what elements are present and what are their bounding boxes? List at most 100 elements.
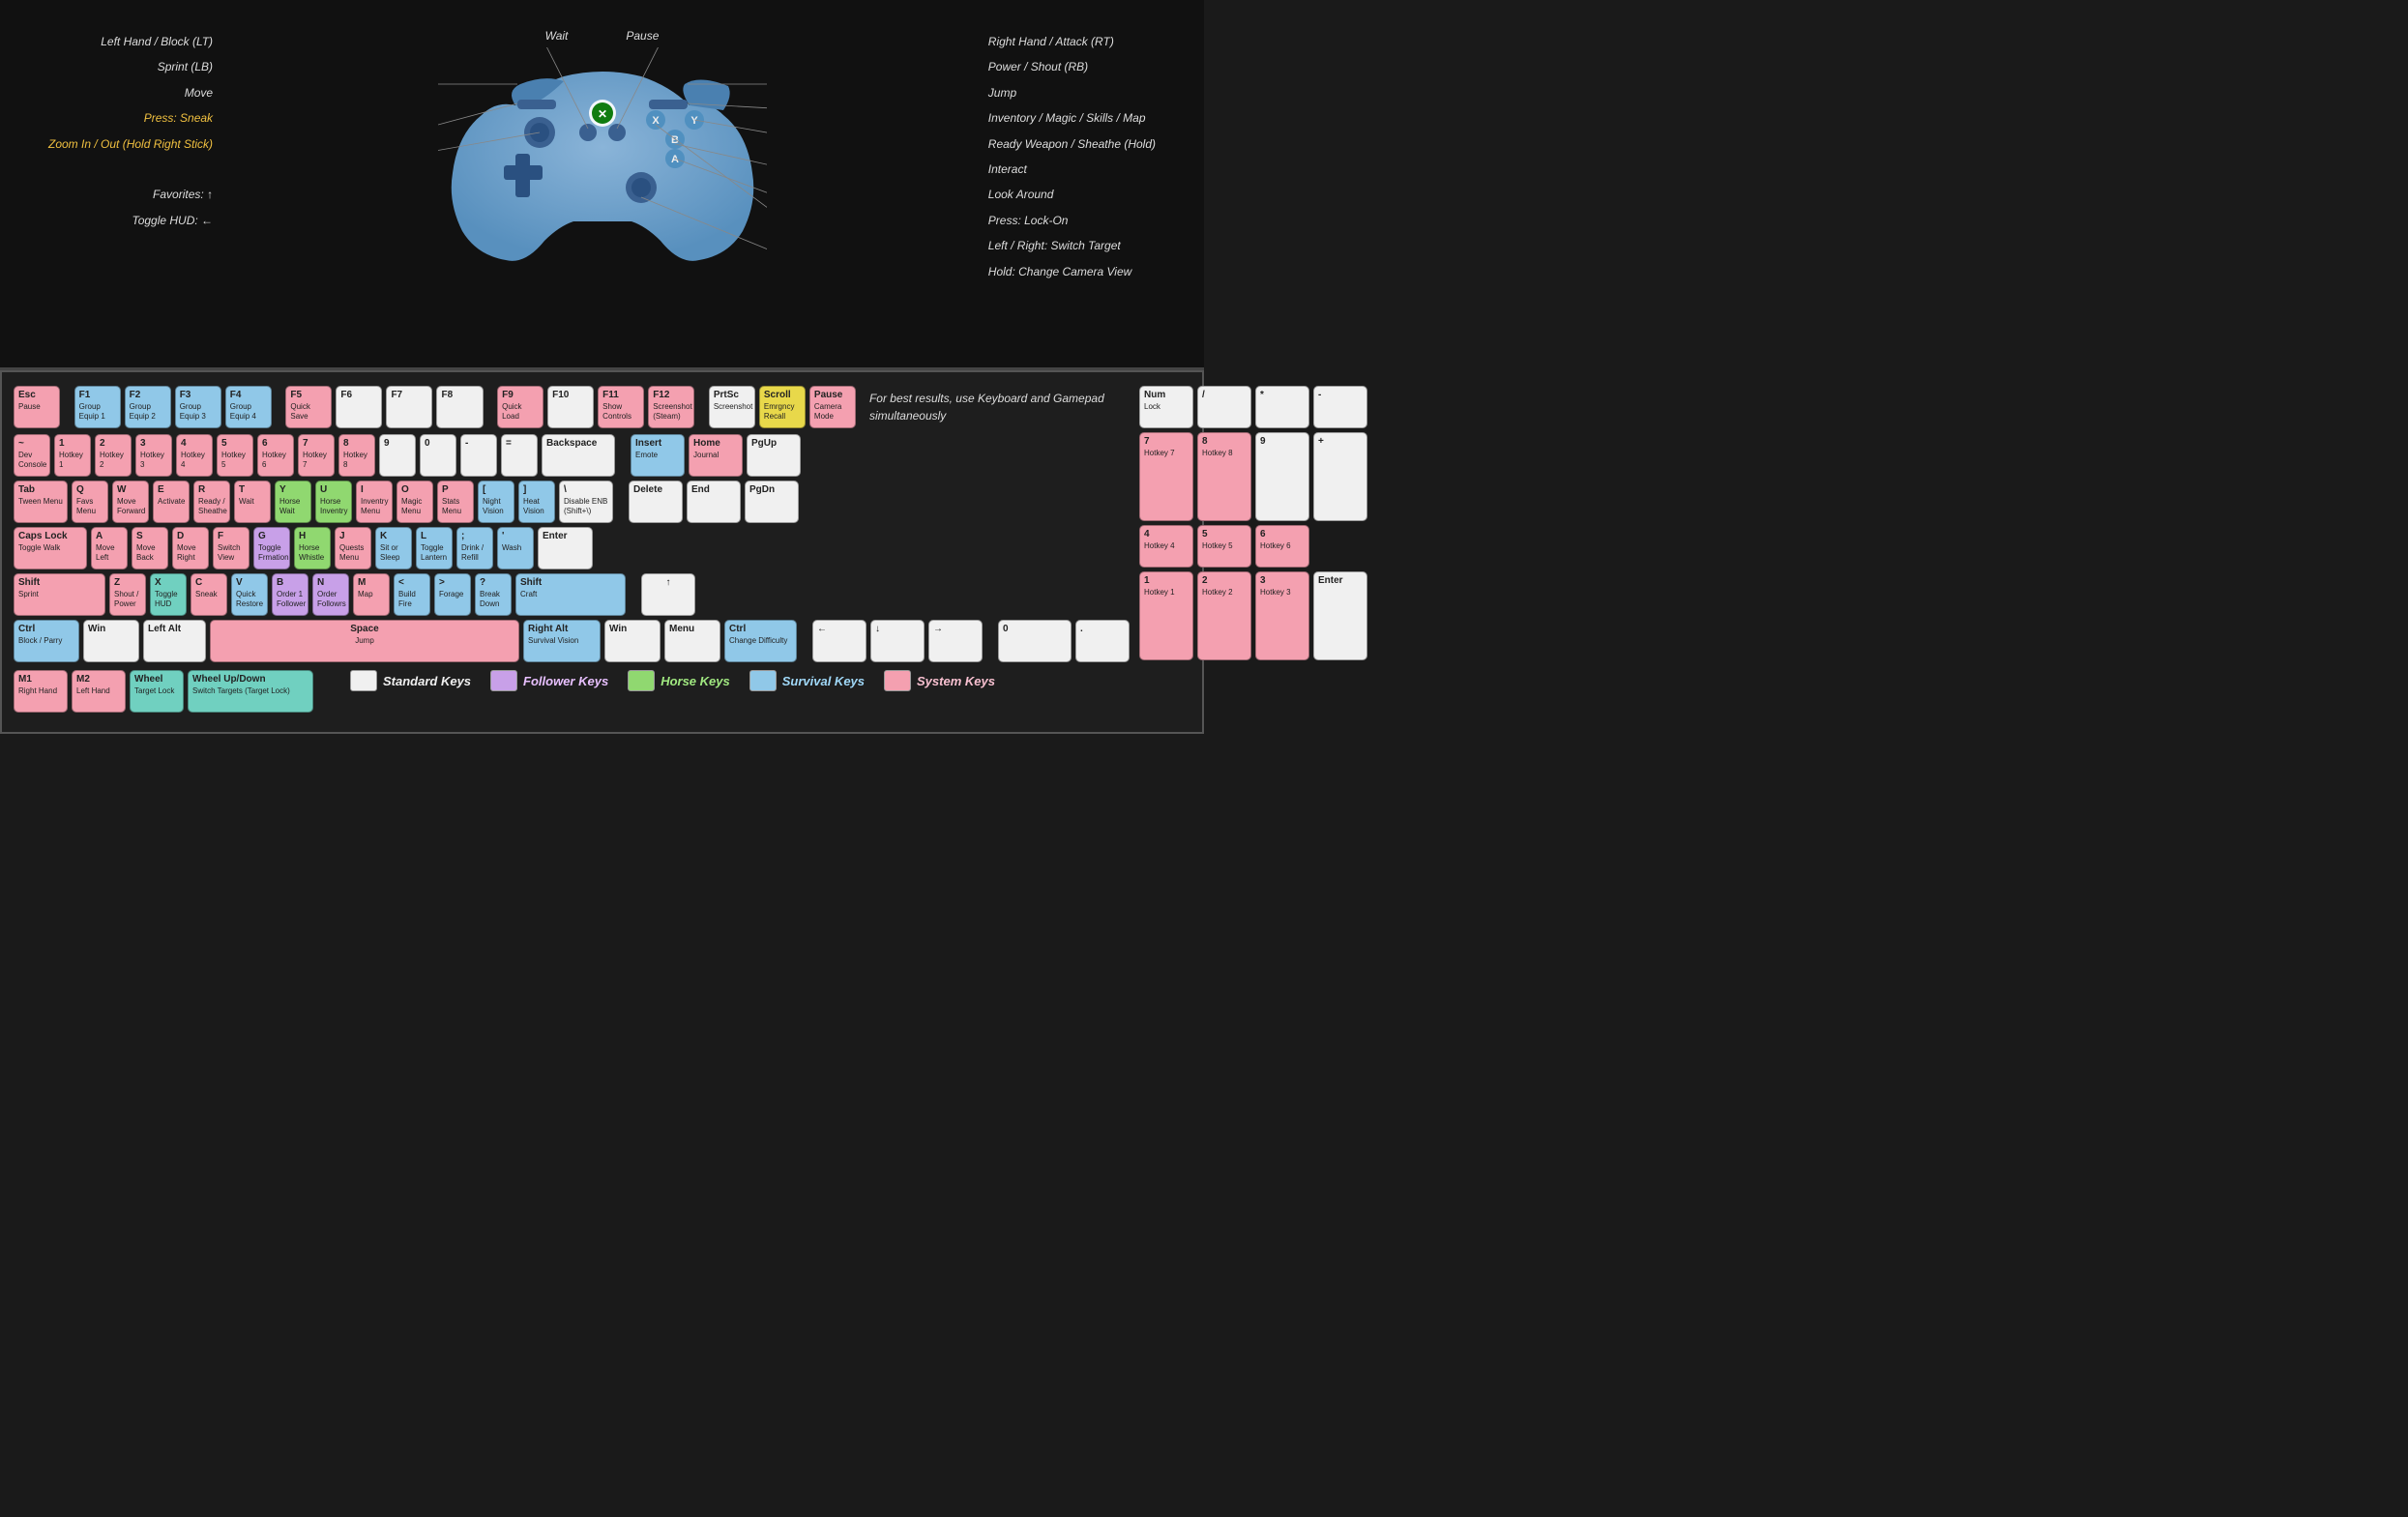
key-down[interactable]: ↓ bbox=[870, 620, 925, 662]
key-j[interactable]: J Quests Menu bbox=[335, 527, 371, 569]
key-backspace[interactable]: Backspace bbox=[542, 434, 615, 477]
key-num6[interactable]: 6 Hotkey 6 bbox=[1255, 525, 1309, 568]
key-k[interactable]: K Sit or Sleep bbox=[375, 527, 412, 569]
key-quote[interactable]: ' Wash bbox=[497, 527, 534, 569]
key-num9[interactable]: 9 bbox=[1255, 432, 1309, 521]
key-tilde[interactable]: ~ Dev Console bbox=[14, 434, 50, 477]
key-v[interactable]: V Quick Restore bbox=[231, 573, 268, 616]
key-numsub[interactable]: - bbox=[1313, 386, 1367, 428]
key-pgup[interactable]: PgUp bbox=[747, 434, 801, 477]
key-num2[interactable]: 2 Hotkey 2 bbox=[1197, 571, 1251, 660]
key-f[interactable]: F Switch View bbox=[213, 527, 250, 569]
key-2[interactable]: 2 Hotkey 2 bbox=[95, 434, 132, 477]
key-0[interactable]: 0 bbox=[420, 434, 456, 477]
key-w[interactable]: W Move Forward bbox=[112, 481, 149, 523]
key-num3[interactable]: 3 Hotkey 3 bbox=[1255, 571, 1309, 660]
key-f6[interactable]: F6 bbox=[336, 386, 382, 428]
key-numlock[interactable]: Num Lock bbox=[1139, 386, 1193, 428]
key-9[interactable]: 9 bbox=[379, 434, 416, 477]
key-rctrl[interactable]: Ctrl Change Difficulty bbox=[724, 620, 797, 662]
key-pgdn[interactable]: PgDn bbox=[745, 481, 799, 523]
key-backslash[interactable]: \ Disable ENB (Shift+\) bbox=[559, 481, 613, 523]
key-rshift[interactable]: Shift Craft bbox=[515, 573, 626, 616]
key-nummul[interactable]: * bbox=[1255, 386, 1309, 428]
key-x[interactable]: X Toggle HUD bbox=[150, 573, 187, 616]
key-g[interactable]: G Toggle Frmation bbox=[253, 527, 290, 569]
key-comma[interactable]: < Build Fire bbox=[394, 573, 430, 616]
key-num0[interactable]: 0 bbox=[998, 620, 1072, 662]
key-end[interactable]: End bbox=[687, 481, 741, 523]
key-num1[interactable]: 1 Hotkey 1 bbox=[1139, 571, 1193, 660]
key-pause[interactable]: Pause Camera Mode bbox=[809, 386, 856, 428]
key-f1[interactable]: F1 Group Equip 1 bbox=[74, 386, 121, 428]
key-a[interactable]: A Move Left bbox=[91, 527, 128, 569]
key-period[interactable]: > Forage bbox=[434, 573, 471, 616]
key-space[interactable]: Space Jump bbox=[210, 620, 519, 662]
key-r[interactable]: R Ready / Sheathe bbox=[193, 481, 230, 523]
key-3[interactable]: 3 Hotkey 3 bbox=[135, 434, 172, 477]
key-numdot[interactable]: . bbox=[1075, 620, 1130, 662]
key-delete[interactable]: Delete bbox=[629, 481, 683, 523]
key-l[interactable]: L Toggle Lantern bbox=[416, 527, 453, 569]
key-minus[interactable]: - bbox=[460, 434, 497, 477]
key-scroll[interactable]: Scroll Emrgncy Recall bbox=[759, 386, 806, 428]
key-wheel-ud[interactable]: Wheel Up/Down Switch Targets (Target Loc… bbox=[188, 670, 313, 713]
key-f7[interactable]: F7 bbox=[386, 386, 432, 428]
key-m1[interactable]: M1 Right Hand bbox=[14, 670, 68, 713]
key-f2[interactable]: F2 Group Equip 2 bbox=[125, 386, 171, 428]
key-left[interactable]: ← bbox=[812, 620, 866, 662]
key-f5[interactable]: F5 Quick Save bbox=[285, 386, 332, 428]
key-h[interactable]: H Horse Whistle bbox=[294, 527, 331, 569]
key-7[interactable]: 7 Hotkey 7 bbox=[298, 434, 335, 477]
key-enter[interactable]: Enter bbox=[538, 527, 593, 569]
key-6[interactable]: 6 Hotkey 6 bbox=[257, 434, 294, 477]
key-insert[interactable]: Insert Emote bbox=[631, 434, 685, 477]
key-bracket-right[interactable]: ] Heat Vision bbox=[518, 481, 555, 523]
key-d[interactable]: D Move Right bbox=[172, 527, 209, 569]
key-num4[interactable]: 4 Hotkey 4 bbox=[1139, 525, 1193, 568]
key-esc[interactable]: Esc Pause bbox=[14, 386, 60, 428]
key-prtsc[interactable]: PrtSc Screenshot bbox=[709, 386, 755, 428]
key-equals[interactable]: = bbox=[501, 434, 538, 477]
key-f11[interactable]: F11 Show Controls bbox=[598, 386, 644, 428]
key-numadd[interactable]: + bbox=[1313, 432, 1367, 521]
key-f3[interactable]: F3 Group Equip 3 bbox=[175, 386, 221, 428]
key-rwin[interactable]: Win bbox=[604, 620, 661, 662]
key-e[interactable]: E Activate bbox=[153, 481, 190, 523]
key-up[interactable]: ↑ bbox=[641, 573, 695, 616]
key-p[interactable]: P Stats Menu bbox=[437, 481, 474, 523]
key-i[interactable]: I Inventry Menu bbox=[356, 481, 393, 523]
key-z[interactable]: Z Shout / Power bbox=[109, 573, 146, 616]
key-lctrl[interactable]: Ctrl Block / Parry bbox=[14, 620, 79, 662]
key-num7[interactable]: 7 Hotkey 7 bbox=[1139, 432, 1193, 521]
key-m2[interactable]: M2 Left Hand bbox=[72, 670, 126, 713]
key-capslock[interactable]: Caps Lock Toggle Walk bbox=[14, 527, 87, 569]
key-num8[interactable]: 8 Hotkey 8 bbox=[1197, 432, 1251, 521]
key-wheel[interactable]: Wheel Target Lock bbox=[130, 670, 184, 713]
key-4[interactable]: 4 Hotkey 4 bbox=[176, 434, 213, 477]
key-q[interactable]: Q Favs Menu bbox=[72, 481, 108, 523]
key-lalt[interactable]: Left Alt bbox=[143, 620, 206, 662]
key-c[interactable]: C Sneak bbox=[191, 573, 227, 616]
key-m[interactable]: M Map bbox=[353, 573, 390, 616]
key-numenter[interactable]: Enter bbox=[1313, 571, 1367, 660]
key-slash[interactable]: ? Break Down bbox=[475, 573, 512, 616]
key-t[interactable]: T Wait bbox=[234, 481, 271, 523]
key-lshift[interactable]: Shift Sprint bbox=[14, 573, 105, 616]
key-b[interactable]: B Order 1 Follower bbox=[272, 573, 308, 616]
key-8[interactable]: 8 Hotkey 8 bbox=[338, 434, 375, 477]
key-ralt[interactable]: Right Alt Survival Vision bbox=[523, 620, 601, 662]
key-lwin[interactable]: Win bbox=[83, 620, 139, 662]
key-y[interactable]: Y Horse Wait bbox=[275, 481, 311, 523]
key-bracket-left[interactable]: [ Night Vision bbox=[478, 481, 514, 523]
key-s[interactable]: S Move Back bbox=[132, 527, 168, 569]
key-f4[interactable]: F4 Group Equip 4 bbox=[225, 386, 272, 428]
key-home[interactable]: Home Journal bbox=[689, 434, 743, 477]
key-f8[interactable]: F8 bbox=[436, 386, 483, 428]
key-o[interactable]: O Magic Menu bbox=[396, 481, 433, 523]
key-right[interactable]: → bbox=[928, 620, 983, 662]
key-f9[interactable]: F9 Quick Load bbox=[497, 386, 543, 428]
key-f12[interactable]: F12 Screenshot (Steam) bbox=[648, 386, 694, 428]
key-f10[interactable]: F10 bbox=[547, 386, 594, 428]
key-1[interactable]: 1 Hotkey 1 bbox=[54, 434, 91, 477]
